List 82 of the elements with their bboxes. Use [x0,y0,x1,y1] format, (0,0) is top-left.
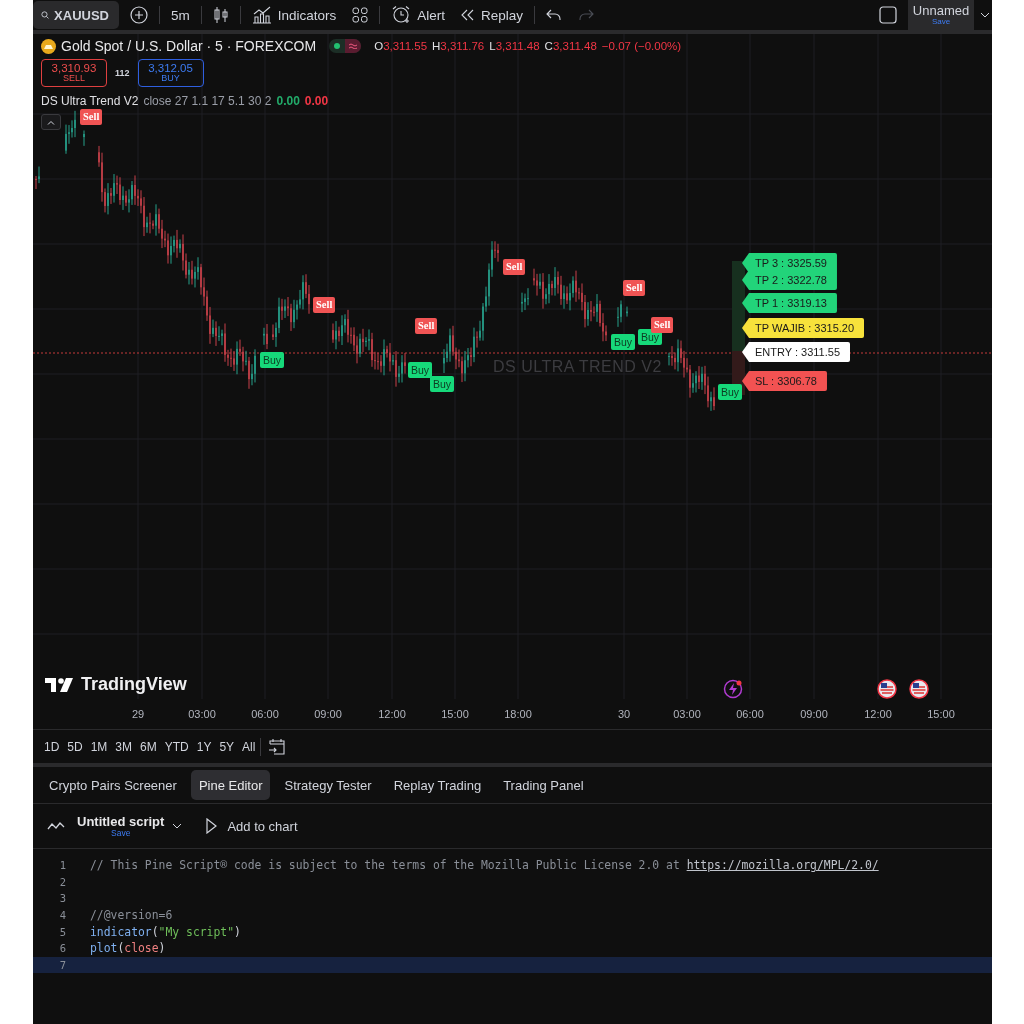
level-label: TP WAJIB : 3315.20 [742,318,865,338]
panel-tab[interactable]: Trading Panel [495,770,592,800]
time-axis-label: 03:00 [188,708,216,720]
signal-label: Buy [430,376,455,392]
code-line: indicator("My script") [90,924,241,939]
line-number: 3 [58,892,66,905]
code-line: plot(close) [90,941,166,956]
script-name-button[interactable]: Untitled script Save [77,814,165,838]
ohlc-value: H3,311.76 [432,40,485,52]
range-button[interactable]: YTD [161,736,192,757]
level-label: TP 1 : 3319.13 [742,293,837,313]
panel-tab[interactable]: Pine Editor [190,770,271,800]
time-axis-label: 18:00 [504,708,532,720]
code-line: // This Pine Script® code is subject to the terms of the Mozilla Public License 2.0 at https://mozilla.org/MPL/2.0/ [90,858,879,873]
signal-label: Sell [623,280,646,296]
time-axis-label: 12:00 [378,708,406,720]
signal-label: Sell [503,259,526,275]
signal-label: Sell [313,297,336,313]
range-button[interactable]: 5Y [216,736,238,757]
price-change: −0.07 (−0.00%) [601,40,682,52]
time-axis-label: 15:00 [927,708,955,720]
range-button[interactable]: All [239,736,259,757]
signal-label: Buy [260,352,285,368]
level-label: TP 3 : 3325.59 [742,253,837,273]
signal-label: Sell [651,317,674,333]
line-number: 2 [58,875,66,888]
time-axis-label: 12:00 [864,708,892,720]
time-axis-label: 15:00 [441,708,469,720]
interval-button[interactable]: 5m [166,1,195,29]
panel-tab[interactable]: Crypto Pairs Screener [41,770,185,800]
range-button[interactable]: 3M [112,736,136,757]
symbol-search-button[interactable]: XAUUSD [33,1,119,29]
add-to-chart-button[interactable]: Add to chart [206,818,298,834]
time-axis-label: 03:00 [673,708,701,720]
line-number: 1 [58,859,66,872]
replay-button[interactable]: Replay [456,1,529,29]
time-axis-label: 29 [131,708,145,720]
time-axis-label: 30 [617,708,631,720]
layout-name: Unnamed [912,4,970,17]
panel-tab[interactable]: Replay Trading [385,770,490,800]
level-label: SL : 3306.78 [742,371,827,391]
script-save-label: Save [111,828,131,838]
sell-button[interactable]: 3,310.93 SELL [41,59,107,87]
line-number: 5 [58,925,66,938]
level-label: ENTRY : 3311.55 [742,342,850,362]
signal-label: Buy [718,384,743,400]
line-number: 6 [58,942,66,955]
ohlc-value: O3,311.55 [374,40,428,52]
spread-value: 112 [115,68,130,78]
range-button[interactable]: 5D [64,736,86,757]
range-button[interactable]: 6M [137,736,160,757]
level-label: TP 2 : 3322.78 [742,270,837,290]
ohlc-value: L3,311.48 [489,40,540,52]
symbol-title: Gold Spot / U.S. Dollar · 5 · FOREXCOM [61,38,317,54]
signal-label: Sell [80,109,103,125]
code-link[interactable]: https://mozilla.org/MPL/2.0/ [686,858,879,873]
code-line: //@version=6 [90,908,173,923]
signal-label: Buy [611,334,636,350]
range-button[interactable]: 1M [87,736,111,757]
time-axis-label: 09:00 [800,708,828,720]
alert-button[interactable]: Alert [386,1,451,29]
range-button[interactable]: 1D [41,736,63,757]
line-number: 7 [58,958,66,971]
indicator-value: 0.00 [276,94,300,108]
time-axis-label: 06:00 [736,708,764,720]
layout-save-label: Save [931,18,951,26]
indicator-name[interactable]: DS Ultra Trend V2 [41,94,139,108]
indicator-params: close 27 1.1 17 5.1 30 2 [143,94,272,108]
ohlc-value: C3,311.48 [544,40,597,52]
range-button[interactable]: 1Y [193,736,215,757]
time-axis-label: 06:00 [251,708,279,720]
indicator-value: 0.00 [304,94,329,108]
buy-button[interactable]: 3,312.05 BUY [137,59,204,87]
layout-name-button[interactable]: Unnamed Save [908,0,974,30]
signal-label: Sell [415,318,438,334]
indicators-button[interactable]: Indicators [246,1,342,29]
panel-tab[interactable]: Strategy Tester [276,770,380,800]
brand-name: TradingView [81,674,187,695]
line-number: 4 [58,909,66,922]
time-axis-label: 09:00 [314,708,342,720]
script-name: Untitled script [77,814,165,828]
signal-label: Buy [408,362,433,378]
